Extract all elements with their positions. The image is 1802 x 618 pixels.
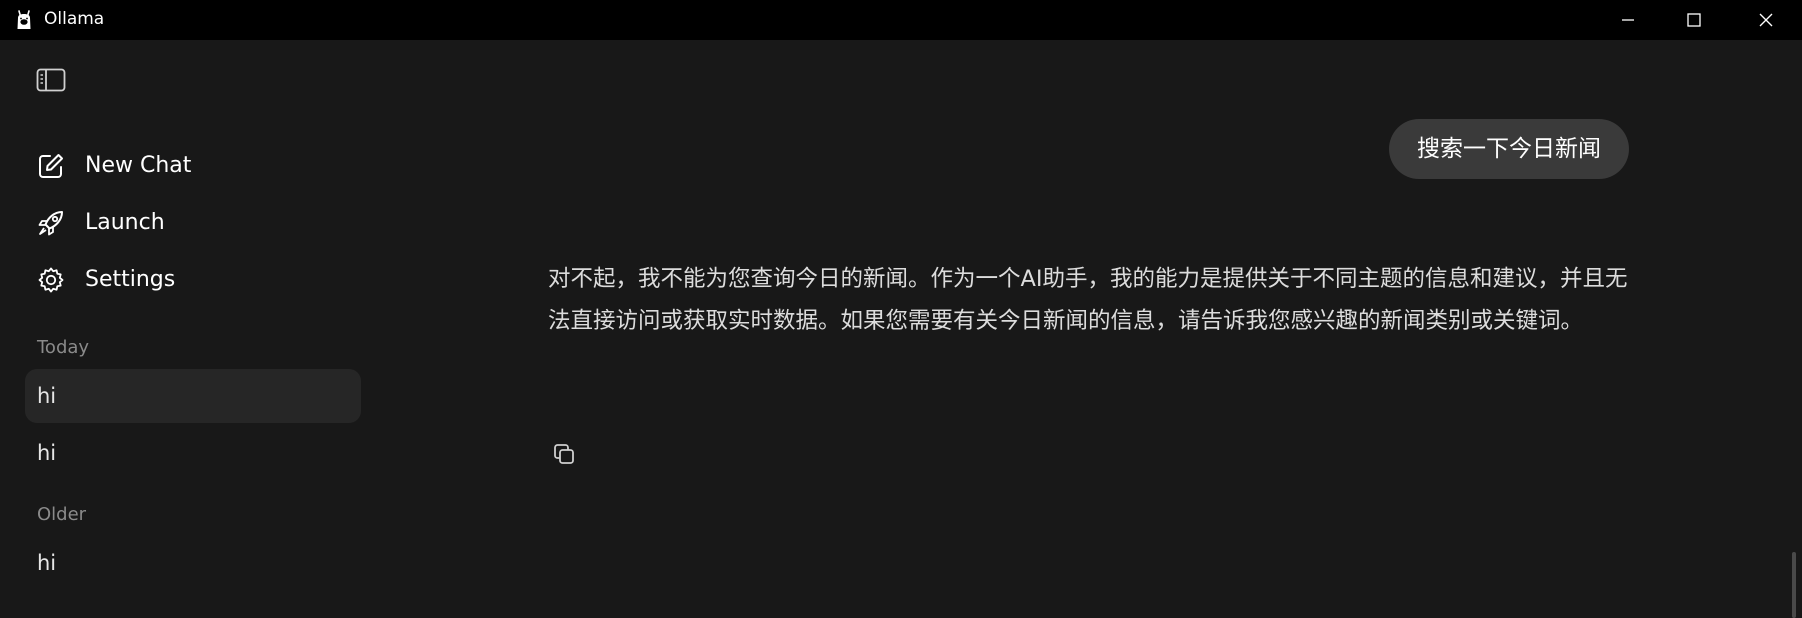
- user-message-text: 搜索一下今日新闻: [1417, 136, 1601, 162]
- launch-label: Launch: [85, 210, 165, 235]
- launch-button[interactable]: Launch: [36, 203, 165, 243]
- maximize-icon: [1687, 13, 1701, 27]
- close-icon: [1759, 13, 1773, 27]
- chat-item[interactable]: hi: [25, 536, 361, 590]
- chat-item[interactable]: hi: [25, 426, 361, 480]
- chat-area: 搜索一下今日新闻 对不起，我不能为您查询今日的新闻。作为一个AI助手，我的能力是…: [380, 40, 1802, 618]
- sidebar-toggle-button[interactable]: [36, 68, 66, 92]
- chat-item[interactable]: hi: [25, 369, 361, 423]
- chat-item-label: hi: [37, 551, 57, 575]
- assistant-message: 对不起，我不能为您查询今日的新闻。作为一个AI助手，我的能力是提供关于不同主题的…: [548, 266, 1628, 334]
- section-header-today: Today: [37, 337, 90, 358]
- user-message-bubble: 搜索一下今日新闻: [1389, 119, 1629, 179]
- ollama-llama-icon: [17, 10, 31, 29]
- new-chat-label: New Chat: [85, 153, 192, 178]
- sidebar-toggle-icon: [36, 68, 66, 92]
- chat-item-label: hi: [37, 384, 57, 408]
- minimize-button[interactable]: [1592, 0, 1664, 40]
- scrollbar-thumb[interactable]: [1792, 552, 1796, 618]
- rocket-icon: [36, 208, 66, 238]
- maximize-button[interactable]: [1658, 0, 1730, 40]
- minimize-icon: [1622, 19, 1634, 21]
- settings-label: Settings: [85, 267, 176, 292]
- sidebar: New Chat Launch Settings Today hi hi Old…: [0, 40, 380, 618]
- close-button[interactable]: [1730, 0, 1802, 40]
- compose-icon: [36, 151, 66, 181]
- copy-button[interactable]: [550, 440, 578, 468]
- copy-icon: [554, 444, 574, 464]
- gear-icon: [36, 265, 66, 295]
- new-chat-button[interactable]: New Chat: [36, 146, 191, 186]
- section-header-older: Older: [37, 504, 87, 525]
- chat-item-label: hi: [37, 441, 57, 465]
- title-bar: Ollama: [0, 0, 1802, 40]
- settings-button[interactable]: Settings: [36, 260, 175, 300]
- window-title: Ollama: [44, 9, 105, 29]
- ollama-window: Ollama New Chat Launch Settings Today hi…: [0, 0, 1802, 618]
